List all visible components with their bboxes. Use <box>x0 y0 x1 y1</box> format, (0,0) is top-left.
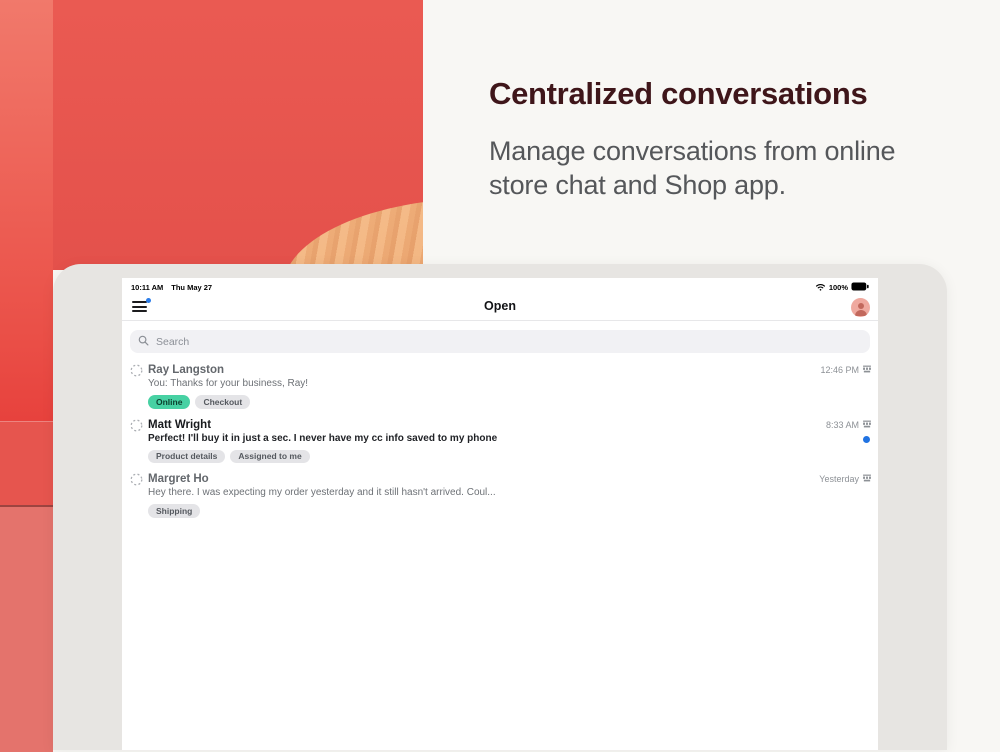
conversation-row[interactable]: Margret Ho Hey there. I was expecting my… <box>122 470 878 525</box>
conversation-timestamp: Yesterday <box>819 474 859 484</box>
screen-title: Open <box>484 299 516 313</box>
tag-online: Online <box>148 395 191 409</box>
conversation-tags: Product details Assigned to me <box>148 449 800 463</box>
tag-checkout: Checkout <box>195 395 251 409</box>
conversation-timestamp: 12:46 PM <box>820 365 859 375</box>
conversation-row[interactable]: Ray Langston You: Thanks for your busine… <box>122 361 878 416</box>
conversation-list: Ray Langston You: Thanks for your busine… <box>122 361 878 525</box>
conversation-tags: Shipping <box>148 504 800 518</box>
conversation-tags: Online Checkout <box>148 395 800 409</box>
conversation-preview: You: Thanks for your business, Ray! <box>148 378 309 389</box>
nav-bar: Open <box>122 295 878 321</box>
dashed-circle-icon <box>130 364 143 382</box>
conversation-preview: Hey there. I was expecting my order yest… <box>148 487 496 498</box>
art-strip-band <box>0 421 53 506</box>
wood-table-photo <box>283 198 423 270</box>
app-screen: 10:11 AM Thu May 27 100% Open Search Ray… <box>122 278 878 750</box>
dashed-circle-icon <box>130 419 143 437</box>
tag-assigned-to-me: Assigned to me <box>230 449 310 463</box>
storefront-icon <box>862 473 872 485</box>
left-art-strip <box>0 0 53 752</box>
conversation-name: Matt Wright <box>148 418 212 431</box>
status-time: 10:11 AM <box>131 283 164 292</box>
conversation-name: Margret Ho <box>148 473 209 485</box>
hero-section: Centralized conversations Manage convers… <box>489 76 919 202</box>
user-avatar[interactable] <box>851 297 870 317</box>
page-subtitle: Manage conversations from online store c… <box>489 136 896 200</box>
conversation-row[interactable]: Matt Wright Perfect! I'll buy it in just… <box>122 416 878 471</box>
red-art-panel <box>53 0 423 270</box>
status-bar: 10:11 AM Thu May 27 100% <box>122 278 878 295</box>
ipad-device-frame: 10:11 AM Thu May 27 100% Open Search Ray… <box>53 264 947 750</box>
art-strip-band <box>0 505 53 752</box>
search-input[interactable] <box>154 334 862 349</box>
conversation-meta: 12:46 PM <box>820 364 872 376</box>
storefront-icon <box>862 419 872 431</box>
conversation-name: Ray Langston <box>148 364 225 376</box>
wifi-icon <box>815 283 826 293</box>
storefront-icon <box>862 364 872 376</box>
tag-product-details: Product details <box>148 449 226 463</box>
tag-shipping: Shipping <box>148 504 201 518</box>
battery-icon <box>851 282 869 293</box>
status-date: Thu May 27 <box>171 283 213 292</box>
unread-dot <box>863 435 870 443</box>
page-title: Centralized conversations <box>489 76 868 111</box>
conversation-timestamp: 8:33 AM <box>825 419 859 430</box>
search-bar[interactable] <box>130 330 870 353</box>
conversation-meta: 8:33 AM <box>826 419 872 431</box>
dashed-circle-icon <box>130 473 143 491</box>
conversation-preview: Perfect! I'll buy it in just a sec. I ne… <box>148 432 498 444</box>
battery-percent: 100% <box>828 283 848 292</box>
search-icon <box>138 333 149 351</box>
conversation-meta: Yesterday <box>819 473 872 485</box>
